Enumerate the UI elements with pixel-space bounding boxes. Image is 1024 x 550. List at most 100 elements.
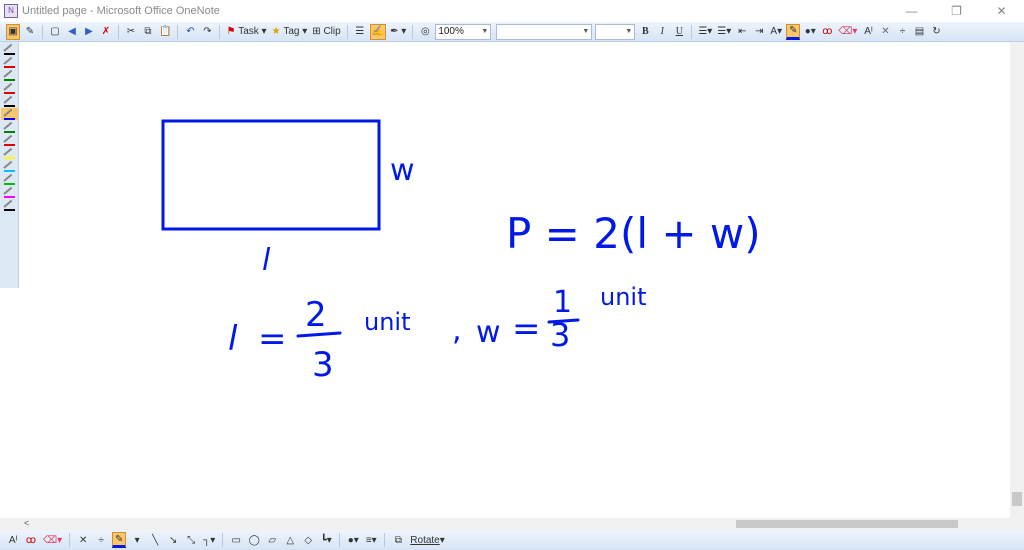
- rotate-button[interactable]: Rotate ▾: [409, 532, 446, 548]
- increase-indent-icon[interactable]: ⇥: [752, 24, 766, 40]
- minimize-button[interactable]: —: [889, 0, 934, 22]
- rectangle-shape: [161, 119, 381, 231]
- pen-mode-icon[interactable]: ✍: [369, 23, 387, 40]
- delete-page-icon[interactable]: ✗: [99, 24, 113, 40]
- ink-l-var: l: [228, 319, 238, 359]
- pen-swatch[interactable]: [1, 121, 18, 133]
- zoom-select[interactable]: 100% ▼: [435, 23, 492, 40]
- copy-icon[interactable]: ⧉: [141, 24, 155, 40]
- pen-swatch[interactable]: [1, 82, 18, 94]
- pen-icon[interactable]: ✒ ▾: [389, 24, 407, 40]
- chevron-down-icon[interactable]: ▾: [130, 532, 144, 548]
- fill-color-icon[interactable]: ●▾: [803, 24, 817, 40]
- triangle-icon[interactable]: △: [283, 532, 297, 548]
- axis-icon[interactable]: ┐▾: [202, 532, 216, 548]
- full-page-view-icon[interactable]: ▣: [6, 23, 20, 40]
- insert-space-icon[interactable]: ÷: [94, 532, 108, 548]
- connector-icon[interactable]: ┗▾: [319, 532, 333, 548]
- italic-button[interactable]: I: [655, 24, 669, 40]
- ink-w-denominator: 3: [550, 316, 570, 354]
- ink-unit1: unit: [364, 308, 411, 336]
- rectangle-icon[interactable]: ▭: [229, 532, 243, 548]
- pen-swatch[interactable]: [1, 160, 18, 172]
- text-mode-icon[interactable]: Aᴵ: [861, 24, 875, 40]
- double-arrow-icon[interactable]: ⤡: [184, 532, 198, 548]
- back-icon[interactable]: ◀: [65, 24, 79, 40]
- ink-l-denominator: 3: [312, 345, 334, 385]
- ink-eq2: =: [512, 309, 541, 349]
- ink-comma: ,: [452, 313, 462, 348]
- font-select[interactable]: ▼: [496, 23, 593, 40]
- cut-icon[interactable]: ✂: [124, 24, 138, 40]
- clip-label: Clip: [323, 26, 341, 37]
- page-template-icon[interactable]: ▤: [912, 24, 926, 40]
- eraser-icon[interactable]: ⌫▾: [42, 532, 63, 548]
- clip-button[interactable]: ⊞ Clip: [311, 24, 341, 40]
- new-page-icon[interactable]: ▢: [48, 24, 62, 40]
- eraser-icon[interactable]: ⌫▾: [837, 24, 858, 40]
- arrange-icon[interactable]: ⧉: [391, 532, 405, 548]
- delete-icon[interactable]: ✕: [76, 532, 90, 548]
- delete-icon[interactable]: ✕: [878, 24, 892, 40]
- pen-swatch[interactable]: [1, 199, 18, 211]
- horizontal-scrollbar[interactable]: <: [0, 518, 1010, 530]
- line-icon[interactable]: ╲: [148, 532, 162, 548]
- arrow-icon[interactable]: ↘: [166, 532, 180, 548]
- redo-icon[interactable]: ↷: [200, 24, 214, 40]
- close-button[interactable]: ✕: [979, 0, 1024, 22]
- lasso-icon[interactable]: ꝏ: [820, 24, 834, 40]
- scroll-thumb[interactable]: [736, 520, 958, 528]
- onenote-app-icon: N: [4, 4, 18, 18]
- font-color-icon[interactable]: A▾: [769, 24, 783, 40]
- paste-icon[interactable]: 📋: [158, 24, 172, 40]
- note-canvas[interactable]: w l P = 2(l + w) l = 2 3 unit , w = 1 3 …: [19, 42, 1010, 518]
- pen-swatch[interactable]: [1, 95, 18, 107]
- ink-eq1: =: [258, 319, 287, 359]
- pin-icon[interactable]: ✎: [23, 24, 37, 40]
- zoom-value: 100%: [438, 26, 464, 37]
- insert-space-icon[interactable]: ÷: [895, 24, 909, 40]
- help-icon[interactable]: ◎: [418, 24, 432, 40]
- text-mode-icon[interactable]: Aᴵ: [6, 532, 20, 548]
- font-size-select[interactable]: ▼: [595, 23, 636, 40]
- task-button[interactable]: ⚑ Task ▾: [225, 24, 267, 40]
- lasso-icon[interactable]: ꝏ: [24, 532, 38, 548]
- forward-icon[interactable]: ▶: [82, 24, 96, 40]
- ink-side-w: w: [390, 153, 415, 188]
- bullets-icon[interactable]: ☰▾: [697, 24, 713, 40]
- chevron-down-icon: ▼: [625, 28, 633, 35]
- pen-swatch[interactable]: [1, 186, 18, 198]
- rotate-ink-icon[interactable]: ↻: [929, 24, 943, 40]
- parallelogram-icon[interactable]: ▱: [265, 532, 279, 548]
- clip-icon: ⊞: [312, 26, 321, 37]
- scroll-left-icon[interactable]: <: [24, 518, 29, 528]
- pen-swatch[interactable]: [1, 56, 18, 68]
- bold-button[interactable]: B: [638, 24, 652, 40]
- pen-swatch[interactable]: [1, 43, 18, 55]
- restore-button[interactable]: ❐: [934, 0, 979, 22]
- page-list-icon[interactable]: ☰: [353, 24, 367, 40]
- pen-swatch[interactable]: [1, 108, 18, 120]
- fill-color-icon[interactable]: ●▾: [346, 532, 360, 548]
- ink-w-var: w: [476, 315, 501, 350]
- pen-swatch[interactable]: [1, 134, 18, 146]
- undo-icon[interactable]: ↶: [183, 24, 197, 40]
- underline-button[interactable]: U: [672, 24, 686, 40]
- scroll-thumb[interactable]: [1012, 492, 1022, 506]
- pen-swatch[interactable]: [1, 173, 18, 185]
- tag-button[interactable]: ★ Tag ▾: [271, 24, 309, 40]
- pen-swatch[interactable]: [1, 147, 18, 159]
- ink-drawing: w l P = 2(l + w) l = 2 3 unit , w = 1 3 …: [161, 119, 761, 385]
- vertical-scrollbar[interactable]: [1010, 42, 1024, 530]
- decrease-indent-icon[interactable]: ⇤: [735, 24, 749, 40]
- pen-color-icon[interactable]: ✎: [786, 23, 801, 40]
- pen-color-icon[interactable]: ✎: [112, 532, 127, 548]
- ellipse-icon[interactable]: ◯: [247, 532, 261, 548]
- line-weight-icon[interactable]: ≡▾: [364, 532, 378, 548]
- diamond-icon[interactable]: ◇: [301, 532, 315, 548]
- numbering-icon[interactable]: ☰▾: [716, 24, 732, 40]
- ink-side-l: l: [262, 243, 271, 278]
- pen-swatch[interactable]: [1, 69, 18, 81]
- title-bar: N Untitled page - Microsoft Office OneNo…: [0, 0, 1024, 22]
- ink-unit2: unit: [600, 283, 647, 311]
